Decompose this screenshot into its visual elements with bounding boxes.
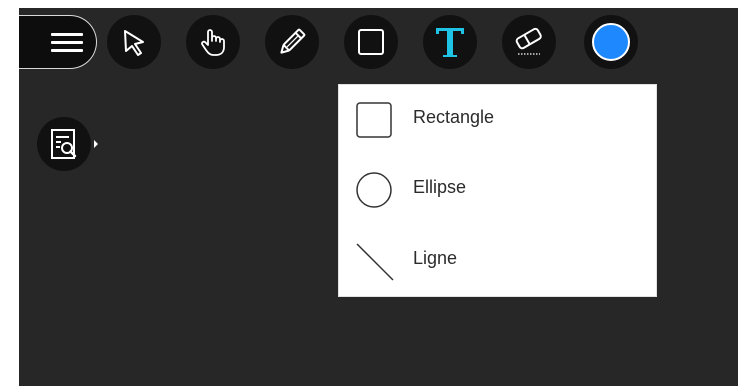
pan-tool-button[interactable]: [186, 15, 240, 69]
main-menu-button[interactable]: [19, 15, 97, 69]
shape-dropdown-menu: Rectangle Ellipse Ligne: [338, 84, 657, 297]
eraser-icon: [515, 27, 542, 55]
pencil-icon: [280, 28, 306, 54]
menu-item-rectangle[interactable]: Rectangle: [339, 85, 656, 155]
pan-hand-icon: [201, 29, 225, 56]
search-document-icon: [51, 129, 77, 159]
shape-rectangle-icon: [358, 29, 384, 55]
text-tool-icon: [436, 28, 464, 57]
menu-item-ellipse[interactable]: Ellipse: [339, 155, 656, 225]
menu-item-line[interactable]: Ligne: [339, 226, 656, 296]
select-arrow-icon: [124, 30, 144, 56]
rectangle-icon: [356, 102, 392, 138]
menu-item-label: Rectangle: [413, 107, 495, 127]
text-tool-button[interactable]: [423, 15, 477, 69]
pencil-tool-button[interactable]: [265, 15, 319, 69]
menu-item-label: Ellipse: [413, 177, 467, 197]
expand-caret-icon: [94, 140, 98, 148]
eraser-tool-button[interactable]: [502, 15, 556, 69]
ellipse-icon: [356, 172, 392, 208]
shape-tool-button[interactable]: [344, 15, 398, 69]
select-tool-button[interactable]: [107, 15, 161, 69]
color-picker-button[interactable]: [584, 15, 638, 69]
color-picker-icon: [592, 23, 630, 61]
search-document-button[interactable]: [37, 117, 98, 171]
menu-item-label: Ligne: [413, 248, 458, 268]
line-icon: [356, 243, 394, 281]
